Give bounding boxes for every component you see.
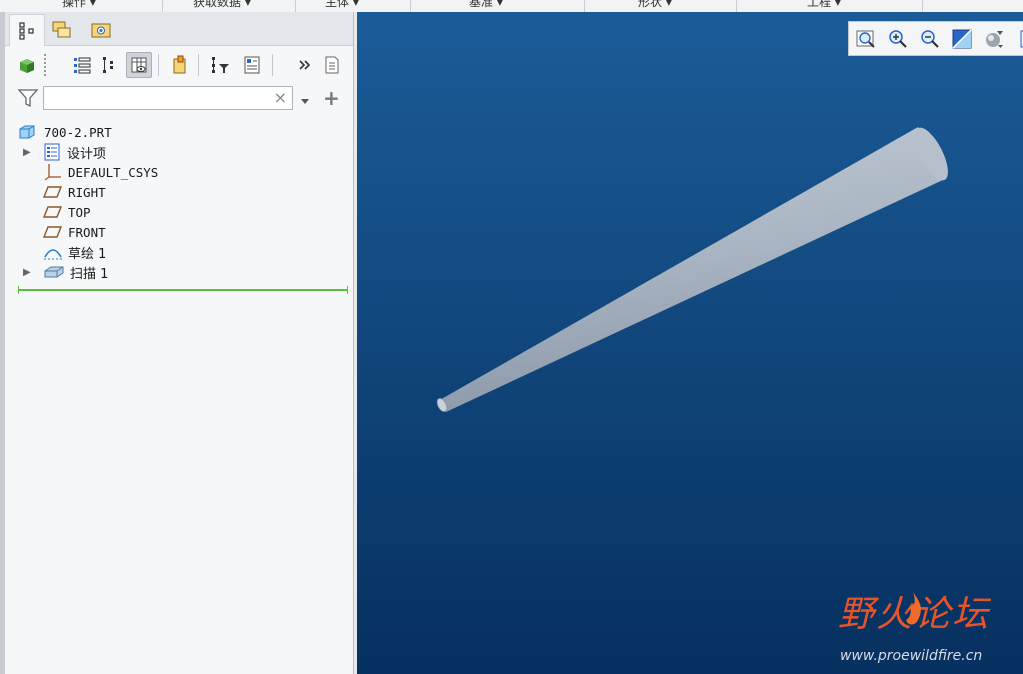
flame-icon — [906, 592, 921, 625]
filter-funnel-icon[interactable] — [17, 88, 39, 112]
zoom-out-button[interactable] — [917, 26, 943, 52]
watermark-url: www.proewildfire.cn — [840, 648, 983, 664]
shading-icon — [986, 31, 1003, 48]
tree-search-box: × — [43, 86, 293, 110]
sweep-icon — [44, 266, 64, 278]
expand-tree-icon — [103, 57, 113, 73]
list-view-icon — [74, 57, 91, 74]
tree-search-row: × + — [5, 84, 353, 114]
ribbon-group-operations[interactable]: 操作 ▾ — [62, 0, 96, 12]
document-icon — [325, 56, 339, 74]
feature-insert-icon — [173, 55, 186, 74]
expand-arrow-icon[interactable]: ▶ — [23, 267, 43, 278]
toolbar-separator — [158, 54, 159, 76]
clear-search-icon[interactable]: × — [274, 88, 287, 107]
notes-button[interactable] — [319, 52, 345, 78]
tree-search-input[interactable] — [48, 88, 272, 110]
folder-browser-icon — [52, 21, 71, 37]
csys-icon — [44, 164, 61, 181]
part-icon — [19, 125, 35, 139]
ribbon-group-get-data[interactable]: 获取数据 ▾ — [193, 0, 251, 12]
navigator-tabs — [5, 12, 353, 46]
display-style-button[interactable] — [14, 52, 40, 78]
insert-here-marker[interactable] — [18, 286, 348, 294]
model-tree-icon — [19, 21, 34, 40]
design-items-icon — [44, 143, 60, 161]
tree-item-design-items[interactable]: ▶ 设计项 — [23, 142, 363, 162]
model-tree-toolbar — [5, 50, 353, 80]
tab-folder-browser[interactable] — [45, 14, 79, 45]
datum-plane-icon — [43, 186, 63, 198]
tree-item-top-plane[interactable]: TOP — [43, 202, 383, 222]
chevron-double-right-icon — [299, 60, 311, 70]
ribbon-separator — [295, 0, 296, 12]
ribbon-group-shapes[interactable]: 形状 ▾ — [638, 0, 672, 12]
expand-arrow-icon[interactable]: ▶ — [23, 147, 43, 158]
tree-item-front-plane[interactable]: FRONT — [43, 222, 383, 242]
toolbar-grip — [44, 54, 46, 76]
tree-filter-button[interactable] — [208, 52, 234, 78]
ribbon-separator — [922, 0, 923, 12]
refit-button[interactable] — [853, 26, 879, 52]
tree-columns-button[interactable] — [69, 52, 95, 78]
show-hidden-items-button[interactable] — [126, 52, 152, 78]
zoom-out-icon — [921, 30, 939, 48]
display-style-button[interactable] — [981, 26, 1007, 52]
search-options-chevron-icon[interactable] — [300, 91, 310, 110]
forum-watermark: 野火论坛 www.proewildfire.cn — [838, 585, 1013, 670]
tapered-tube-model[interactable] — [357, 12, 1023, 674]
tab-model-tree[interactable] — [9, 14, 45, 46]
solid-part-icon — [20, 59, 34, 73]
tree-item-label: TOP — [68, 204, 91, 220]
datum-plane-icon — [43, 206, 63, 218]
zoom-in-button[interactable] — [885, 26, 911, 52]
insert-feature-button[interactable] — [167, 52, 193, 78]
ribbon-separator — [736, 0, 737, 12]
saved-views-button[interactable] — [1013, 26, 1023, 52]
zoom-in-icon — [889, 30, 907, 48]
saved-views-icon — [1020, 30, 1023, 48]
ribbon-group-body[interactable]: 主体 ▾ — [325, 0, 359, 12]
tree-item-default-csys[interactable]: DEFAULT_CSYS — [43, 162, 383, 182]
more-tools-button[interactable] — [292, 52, 318, 78]
refit-icon — [856, 30, 875, 48]
tree-filter-icon — [212, 57, 229, 73]
toolbar-separator — [198, 54, 199, 76]
tree-item-label: FRONT — [68, 224, 106, 240]
graphics-viewport[interactable] — [357, 12, 1023, 674]
tree-root-item[interactable]: 700-2.PRT — [18, 122, 358, 142]
ribbon-separator — [162, 0, 163, 12]
tree-settings-button[interactable] — [240, 52, 266, 78]
expand-tree-button[interactable] — [97, 52, 123, 78]
tab-favorites[interactable] — [84, 14, 118, 45]
navigator-panel: × + 700-2.PRT ▶ 设计项 DEFAULT_CSYS RIGHT T… — [5, 12, 354, 674]
datum-plane-icon — [43, 226, 63, 238]
repaint-icon — [952, 29, 972, 49]
tree-item-right-plane[interactable]: RIGHT — [43, 182, 383, 202]
tree-item-label: 草绘 1 — [68, 246, 107, 262]
ribbon-separator — [584, 0, 585, 12]
tree-item-sweep[interactable]: ▶ 扫描 1 — [23, 262, 363, 282]
tree-item-label: DEFAULT_CSYS — [68, 164, 159, 180]
repaint-button[interactable] — [949, 26, 975, 52]
add-filter-icon[interactable]: + — [323, 86, 340, 110]
ribbon-group-engineering[interactable]: 工程 ▾ — [807, 0, 841, 12]
toolbar-separator — [272, 54, 273, 76]
view-toolbar — [848, 21, 1023, 56]
favorites-folder-icon — [91, 23, 111, 37]
tree-item-label: RIGHT — [68, 184, 106, 200]
tree-item-sketch[interactable]: 草绘 1 — [43, 242, 383, 262]
tree-item-label: 扫描 1 — [70, 266, 109, 282]
show-table-icon — [131, 57, 147, 73]
tree-root-label: 700-2.PRT — [44, 124, 112, 140]
tree-item-label: 设计项 — [67, 146, 107, 162]
sketch-icon — [44, 249, 62, 260]
ribbon-group-datum[interactable]: 基准 ▾ — [469, 0, 503, 12]
ribbon-separator — [410, 0, 411, 12]
tree-settings-icon — [244, 56, 260, 74]
